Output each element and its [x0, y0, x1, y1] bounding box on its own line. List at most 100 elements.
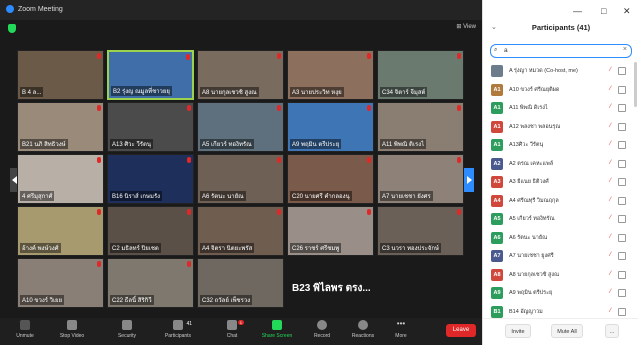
- video-tile[interactable]: 4 ศรีมุสุกาศ์: [17, 154, 104, 204]
- muted-mic-icon: ⁄: [610, 252, 612, 258]
- video-grid: B 4 ล... B2 รุ่งญ ณมูลที่ชาวยยุ A8 นายกุลเ…: [17, 50, 466, 312]
- reactions-button[interactable]: Reactions: [343, 320, 383, 339]
- participant-row[interactable]: A1 A12 พลงชา พลอนรุณ ⁄: [483, 118, 633, 137]
- zoom-logo-icon: [6, 5, 14, 13]
- participants-icon: [173, 320, 183, 330]
- video-tile[interactable]: C32 ถวัลย์ เพ็ชรวง: [197, 258, 284, 308]
- record-button[interactable]: Record: [302, 320, 342, 339]
- stop-video-label: Stop Video: [59, 333, 85, 339]
- video-tile[interactable]: B21 นภิ สิทธิวงษ์: [17, 102, 104, 152]
- muted-mic-icon: [187, 157, 191, 163]
- tile-name-label: A4 จิตรา นิตยะพรัส: [200, 243, 255, 253]
- participant-row[interactable]: A1 A13ศิวะ วีรัตนุ ⁄: [483, 136, 633, 155]
- tile-name-label: A13 ศิวะ วีรัตนุ: [110, 139, 153, 149]
- more-button[interactable]: ••• More: [381, 320, 421, 340]
- mute-all-button[interactable]: Mute All: [551, 324, 583, 338]
- participant-row[interactable]: A6 A6 รัตนะ นายัณ ⁄: [483, 229, 633, 248]
- video-camera-icon: [67, 320, 77, 330]
- video-camera-icon: [618, 67, 626, 75]
- participant-row[interactable]: A9 A9 พฤมิน ตรีประยุ ⁄: [483, 284, 633, 303]
- participant-name: A2 ตรณ เคหะแพล์: [509, 160, 554, 167]
- video-tile[interactable]: C3 นวรา ทองประจักษ์: [377, 206, 464, 256]
- participants-button[interactable]: 41 Participants: [158, 320, 198, 339]
- participant-row[interactable]: A1 A10 ขวงร์ ศรีณยุติผด ⁄: [483, 81, 633, 100]
- panel-more-button[interactable]: ...: [605, 324, 619, 338]
- video-tile[interactable]: B2 รุ่งญ ณมูลที่ชาวยยุ: [107, 50, 194, 100]
- muted-mic-icon: [97, 105, 101, 111]
- invite-button[interactable]: Invite: [505, 324, 531, 338]
- security-button[interactable]: Security: [107, 320, 147, 339]
- video-tile[interactable]: A13 ศิวะ วีรัตนุ: [107, 102, 194, 152]
- participant-row[interactable]: A1 A11 พิพณิ ดิเรงไ ⁄: [483, 99, 633, 118]
- video-tile[interactable]: C26 ราชร์ ศรีชมพู: [287, 206, 374, 256]
- video-tile[interactable]: C34 จิตาร์ จีมุสต์: [377, 50, 464, 100]
- video-tile[interactable]: C20 นายศรี คำกลองนุ: [287, 154, 374, 204]
- video-tile[interactable]: A3 นายประวิท หงุย: [287, 50, 374, 100]
- participant-name: A7 นายเชชา ยูงศรี: [509, 253, 554, 259]
- view-button[interactable]: ⊞ View: [456, 23, 476, 30]
- window-title: Zoom Meeting: [18, 6, 63, 13]
- video-tile[interactable]: [377, 258, 464, 308]
- chat-badge: 1: [237, 320, 244, 325]
- maximize-icon[interactable]: □: [601, 6, 606, 16]
- muted-mic-icon: [187, 261, 191, 267]
- muted-mic-icon: [367, 105, 371, 111]
- video-tile[interactable]: อ้างค์ พงษ์วงศ์: [17, 206, 104, 256]
- participant-row[interactable]: A2 A2 ตรณ เคหะแพล์ ⁄: [483, 155, 633, 174]
- tile-name-label: A5 เกียวร์ ทองิทรัณ: [200, 139, 254, 149]
- video-camera-icon: [618, 289, 626, 297]
- tile-name-label: B2 รุ่งญ ณมูลที่ชาวยยุ: [111, 86, 172, 96]
- leave-button[interactable]: Leave: [446, 324, 476, 337]
- video-tile[interactable]: C22 ธีลนิ์ สิริกิวี: [107, 258, 194, 308]
- tile-name-label: B 4 ล...: [20, 87, 44, 97]
- minimize-icon[interactable]: —: [573, 6, 582, 16]
- stop-video-button[interactable]: Stop Video: [52, 320, 92, 339]
- chat-bubble-icon: [227, 320, 237, 330]
- unmute-button[interactable]: Unmute: [5, 320, 45, 339]
- avatar: A1: [491, 102, 503, 114]
- muted-mic-icon: ⁄: [610, 270, 612, 277]
- participant-row[interactable]: A7 A7 นายเชชา ยูงศรี ⁄: [483, 247, 633, 266]
- muted-mic-icon: [277, 209, 281, 215]
- tile-name-label: A11 พิพณิ ดิเรงไ: [380, 139, 427, 149]
- clear-search-icon[interactable]: ×: [623, 46, 627, 53]
- participants-label: Participants: [164, 333, 192, 339]
- participant-row[interactable]: A5 A5 เกียวร์ ทองิทรัณ ⁄: [483, 210, 633, 229]
- participant-row[interactable]: A รุ่งญา หมวด (Co-host, me) ⁄: [483, 62, 633, 81]
- share-screen-icon: [272, 320, 282, 330]
- record-label: Record: [313, 333, 331, 339]
- tile-name-label: C20 นายศรี คำกลองนุ: [290, 191, 352, 201]
- video-tile[interactable]: B16 นิราส์ เกษมรัง: [107, 154, 194, 204]
- share-screen-button[interactable]: Share Screen: [257, 320, 297, 339]
- tile-name-label: C34 จิตาร์ จีมุสต์: [380, 87, 428, 97]
- video-tile[interactable]: A8 นายกุลเชวชิ สูงณ: [197, 50, 284, 100]
- chevron-down-icon[interactable]: ⌄: [491, 20, 497, 36]
- participants-scrollbar[interactable]: [634, 62, 637, 107]
- video-tile[interactable]: A7 นายเชชา ยังศร: [377, 154, 464, 204]
- participant-row[interactable]: A3 A3 ยี่แนย ธิติวงศ์ ⁄: [483, 173, 633, 192]
- muted-mic-icon: ⁄: [610, 178, 612, 184]
- tile-name-label: C2 มธิลทร์ ปิยเชต: [110, 243, 161, 253]
- muted-mic-icon: [457, 157, 461, 163]
- muted-mic-icon: [97, 209, 101, 215]
- muted-mic-icon: ⁄: [610, 67, 612, 73]
- participant-row[interactable]: A8 A8 นายกุลเชวชิ สูงณ ⁄: [483, 266, 633, 285]
- video-tile[interactable]: A9 พฤมิน ตรีประยุ: [287, 102, 374, 152]
- video-tile[interactable]: C2 มธิลทร์ ปิยเชต: [107, 206, 194, 256]
- video-tile[interactable]: B 4 ล...: [17, 50, 104, 100]
- video-tile[interactable]: A10 ขวงร์ วิเยย: [17, 258, 104, 308]
- unmute-label: Unmute: [16, 333, 34, 339]
- video-tile[interactable]: A6 รัตนะ นายัณ: [197, 154, 284, 204]
- security-shield-icon[interactable]: [8, 24, 16, 33]
- participants-count: 41: [186, 321, 192, 327]
- close-icon[interactable]: ✕: [623, 6, 631, 17]
- chat-button[interactable]: 1 Chat: [212, 320, 252, 339]
- video-tile[interactable]: B23 พิไลพร ตรง...: [287, 258, 374, 308]
- video-tile[interactable]: A11 พิพณิ ดิเรงไ: [377, 102, 464, 152]
- video-tile[interactable]: A5 เกียวร์ ทองิทรัณ: [197, 102, 284, 152]
- video-tile[interactable]: A4 จิตรา นิตยะพรัส: [197, 206, 284, 256]
- video-camera-icon: [618, 252, 626, 260]
- participant-search-input[interactable]: ⌕ a ×: [490, 44, 632, 58]
- participant-row[interactable]: A4 A4 ศรีณทุรี วิมณฤกุล ⁄: [483, 192, 633, 211]
- video-camera-icon: [618, 159, 626, 168]
